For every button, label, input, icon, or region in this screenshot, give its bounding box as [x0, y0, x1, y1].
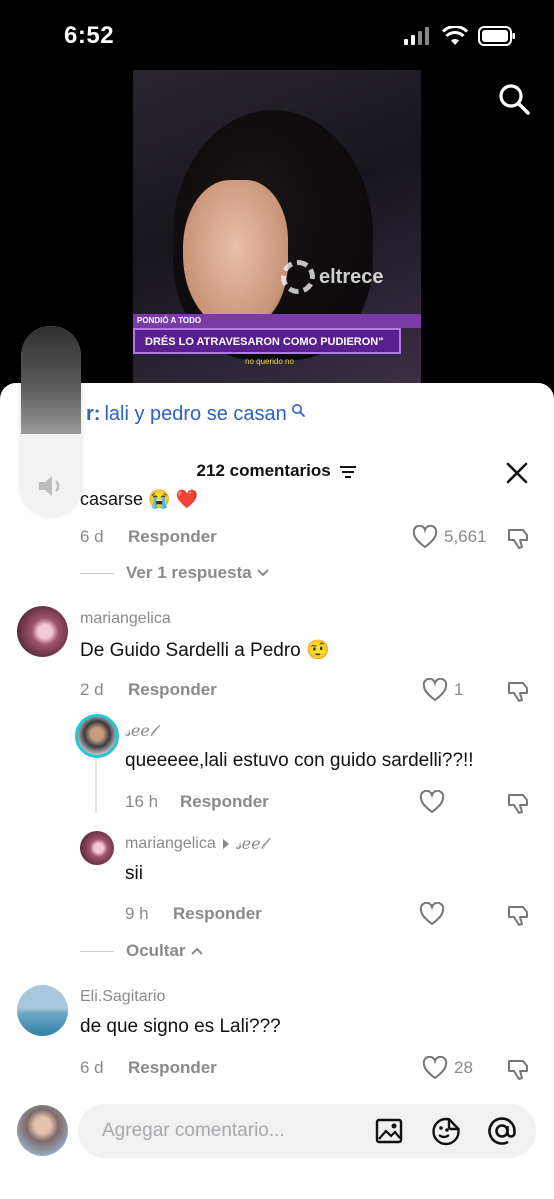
heart-icon [422, 678, 448, 702]
heart-icon [419, 790, 445, 814]
view-replies-label: Ver 1 respuesta [126, 563, 252, 582]
search-suggestion-prefix: r: [86, 403, 101, 425]
dislike-icon[interactable] [506, 902, 532, 928]
search-suggestion[interactable]: r: lali y pedro se casan [86, 403, 305, 426]
like-button[interactable] [419, 790, 451, 814]
signal-icon [404, 27, 429, 45]
like-count: 28 [454, 1058, 473, 1077]
like-count: 5,661 [444, 527, 487, 546]
like-button[interactable] [419, 902, 451, 926]
dislike-icon[interactable] [506, 790, 532, 816]
status-bar: 6:52 [0, 0, 554, 70]
reply-button[interactable]: Responder [128, 527, 217, 547]
status-icons [404, 26, 516, 46]
comment-text: sii [125, 863, 143, 884]
like-button[interactable]: 28 [422, 1056, 473, 1080]
hide-replies-button[interactable]: Ocultar [80, 941, 205, 961]
comments-header: 212 comentarios [0, 461, 554, 481]
chevron-up-icon [190, 947, 203, 955]
chevron-down-icon [256, 569, 269, 577]
comment-text: queeeee,lali estuvo con guido sardelli??… [125, 750, 474, 771]
status-time: 6:52 [64, 22, 115, 49]
comment-text-partial: casarse 😭 ❤️ [80, 489, 198, 509]
reply-button[interactable]: Responder [180, 792, 269, 812]
thread-line [95, 761, 97, 813]
dislike-icon[interactable] [506, 525, 532, 551]
divider [80, 950, 114, 952]
comment-time: 6 d [80, 527, 104, 546]
home-indicator-area [0, 1186, 554, 1199]
channel-logo-text: eltrece [319, 265, 384, 288]
divider [80, 572, 114, 574]
reply-to-username[interactable]: 𝓈𝑒𝑒𝓁 [236, 834, 266, 854]
video-banner-main: DRÉS LO ATRAVESARON COMO PUDIERON" [133, 328, 401, 354]
comment-time: 2 d [80, 680, 104, 699]
hide-replies-label: Ocultar [126, 941, 186, 960]
wifi-icon [442, 26, 468, 45]
comment-username[interactable]: mariangelica [125, 835, 216, 853]
video-banner-top: PONDIÓ A TODO [133, 314, 421, 328]
channel-watermark: eltrece [281, 260, 384, 294]
mention-icon[interactable] [486, 1116, 518, 1146]
avatar[interactable] [80, 831, 114, 865]
reply-arrow-icon [222, 839, 229, 849]
comment-input-placeholder: Agregar comentario... [102, 1120, 285, 1141]
comment-username[interactable]: 𝓈𝑒𝑒𝓁 [125, 721, 155, 741]
dislike-icon[interactable] [506, 678, 532, 704]
battery-icon [478, 26, 515, 46]
comment-username[interactable]: Eli.Sagitario [80, 988, 165, 1006]
heart-icon [422, 1056, 448, 1080]
video-subtitle: no querido no [245, 357, 294, 366]
channel-logo-icon [281, 260, 315, 294]
image-icon[interactable] [374, 1116, 404, 1146]
comment-text: De Guido Sardelli a Pedro 🤨 [80, 640, 330, 661]
comment-input[interactable]: Agregar comentario... [78, 1104, 536, 1158]
close-icon[interactable] [505, 461, 529, 485]
comment-username[interactable]: mariangelica [80, 610, 171, 628]
speaker-icon [39, 476, 60, 496]
like-count: 1 [454, 680, 464, 699]
comments-count-title: 212 comentarios [196, 461, 331, 480]
heart-icon [412, 525, 438, 549]
like-button[interactable]: 1 [422, 678, 463, 702]
filter-icon[interactable] [339, 465, 357, 479]
comment-text: de que signo es Lali??? [80, 1016, 281, 1037]
volume-level-fill [21, 326, 81, 435]
volume-indicator[interactable] [21, 326, 81, 516]
search-icon[interactable] [497, 82, 531, 116]
dislike-icon[interactable] [506, 1056, 532, 1082]
comments-sheet: r: lali y pedro se casan 212 comentarios… [0, 383, 554, 1199]
avatar[interactable] [17, 985, 68, 1036]
comment-time: 6 d [80, 1058, 104, 1077]
heart-icon [419, 902, 445, 926]
view-replies-button[interactable]: Ver 1 respuesta [80, 563, 271, 583]
avatar[interactable] [75, 714, 119, 758]
video-player[interactable]: eltrece PONDIÓ A TODO DRÉS LO ATRAVESARO… [133, 70, 421, 386]
video-frame-face [183, 180, 288, 330]
reply-button[interactable]: Responder [173, 904, 262, 924]
reply-button[interactable]: Responder [128, 1058, 217, 1078]
reply-header: mariangelica 𝓈𝑒𝑒𝓁 [125, 834, 266, 854]
search-icon [291, 403, 305, 417]
avatar[interactable] [17, 606, 68, 657]
comment-time: 9 h [125, 904, 149, 923]
like-button[interactable]: 5,661 [412, 525, 487, 549]
comment-time: 16 h [125, 792, 159, 811]
my-avatar [17, 1105, 68, 1156]
reply-button[interactable]: Responder [128, 680, 217, 700]
emoji-sticker-icon[interactable] [430, 1116, 462, 1146]
search-suggestion-query: lali y pedro se casan [104, 403, 287, 425]
